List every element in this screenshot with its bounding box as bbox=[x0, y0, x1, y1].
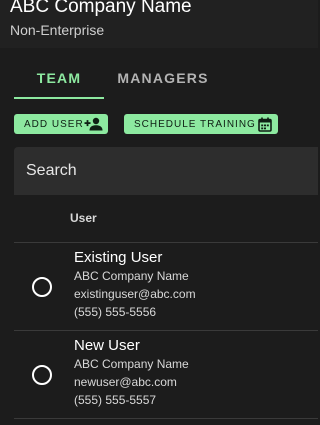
calendar-icon bbox=[258, 117, 272, 132]
table-row[interactable]: New User ABC Company Name newuser@abc.co… bbox=[14, 331, 318, 419]
row-divider bbox=[14, 418, 318, 419]
tab-managers[interactable]: MANAGERS bbox=[104, 58, 222, 98]
company-type: Non-Enterprise bbox=[10, 22, 105, 38]
company-name: ABC Company Name bbox=[10, 0, 192, 17]
user-email: newuser@abc.com bbox=[74, 375, 177, 389]
user-email: existinguser@abc.com bbox=[74, 287, 196, 301]
search-box bbox=[14, 147, 318, 195]
column-header-user: User bbox=[70, 211, 97, 225]
add-person-icon bbox=[84, 117, 104, 131]
user-phone: (555) 555-5557 bbox=[74, 393, 157, 407]
user-name: New User bbox=[74, 337, 140, 354]
search-input[interactable] bbox=[26, 147, 316, 195]
schedule-training-label: SCHEDULE TRAINING bbox=[134, 118, 256, 130]
add-user-button[interactable]: ADD USER bbox=[14, 114, 108, 134]
user-company: ABC Company Name bbox=[74, 357, 189, 371]
row-select-radio[interactable] bbox=[32, 277, 52, 297]
user-phone: (555) 555-5556 bbox=[74, 305, 157, 319]
user-name: Existing User bbox=[74, 249, 163, 266]
user-company: ABC Company Name bbox=[74, 269, 189, 283]
add-user-label: ADD USER bbox=[24, 118, 84, 130]
schedule-training-button[interactable]: SCHEDULE TRAINING bbox=[124, 114, 278, 134]
active-tab-indicator bbox=[14, 97, 104, 99]
row-select-radio[interactable] bbox=[32, 365, 52, 385]
table-row[interactable]: Existing User ABC Company Name existingu… bbox=[14, 243, 318, 331]
app-header: ABC Company Name Non-Enterprise bbox=[0, 0, 318, 48]
tab-team[interactable]: TEAM bbox=[14, 58, 104, 98]
